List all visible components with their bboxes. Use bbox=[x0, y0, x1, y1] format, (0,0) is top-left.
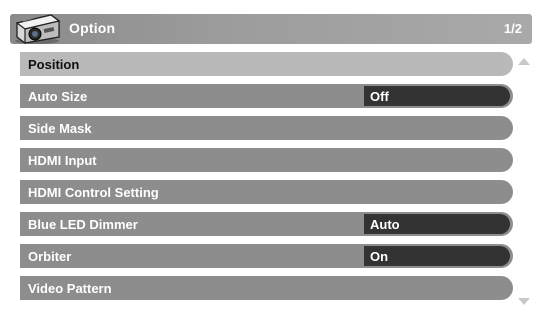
menu-item-orbiter[interactable]: Orbiter On bbox=[20, 244, 513, 268]
orbiter-value[interactable]: On bbox=[364, 246, 510, 266]
menu-item-hdmi-input[interactable]: HDMI Input bbox=[20, 148, 513, 172]
option-menu-panel: Option 1/2 Position Auto Size Off Side M… bbox=[8, 14, 534, 310]
menu-item-auto-size[interactable]: Auto Size Off bbox=[20, 84, 513, 108]
menu-item-label: HDMI Input bbox=[28, 153, 97, 168]
menu-item-value: Off bbox=[370, 89, 389, 104]
menu-header: Option 1/2 bbox=[10, 14, 532, 44]
projector-icon bbox=[15, 14, 61, 44]
menu-item-video-pattern[interactable]: Video Pattern bbox=[20, 276, 513, 300]
menu-item-label: Orbiter bbox=[28, 249, 72, 264]
blue-led-dimmer-value[interactable]: Auto bbox=[364, 214, 510, 234]
scroll-down-arrow-icon[interactable] bbox=[518, 298, 530, 305]
menu-item-hdmi-control-setting[interactable]: HDMI Control Setting bbox=[20, 180, 513, 204]
scroll-up-arrow-icon[interactable] bbox=[518, 58, 530, 65]
menu-item-value: On bbox=[370, 249, 389, 264]
menu-item-label: HDMI Control Setting bbox=[28, 185, 159, 200]
auto-size-value[interactable]: Off bbox=[364, 86, 510, 106]
menu-title: Option bbox=[69, 20, 116, 36]
menu-item-position[interactable]: Position bbox=[20, 52, 513, 76]
menu-item-blue-led-dimmer[interactable]: Blue LED Dimmer Auto bbox=[20, 212, 513, 236]
menu-item-label: Side Mask bbox=[28, 121, 92, 136]
menu-item-label: Position bbox=[28, 57, 80, 72]
menu-item-value: Auto bbox=[370, 217, 400, 232]
menu-item-side-mask[interactable]: Side Mask bbox=[20, 116, 513, 140]
menu-item-label: Auto Size bbox=[28, 89, 88, 104]
menu-item-label: Video Pattern bbox=[28, 281, 112, 296]
menu-item-label: Blue LED Dimmer bbox=[28, 217, 138, 232]
page-indicator: 1/2 bbox=[503, 21, 522, 36]
